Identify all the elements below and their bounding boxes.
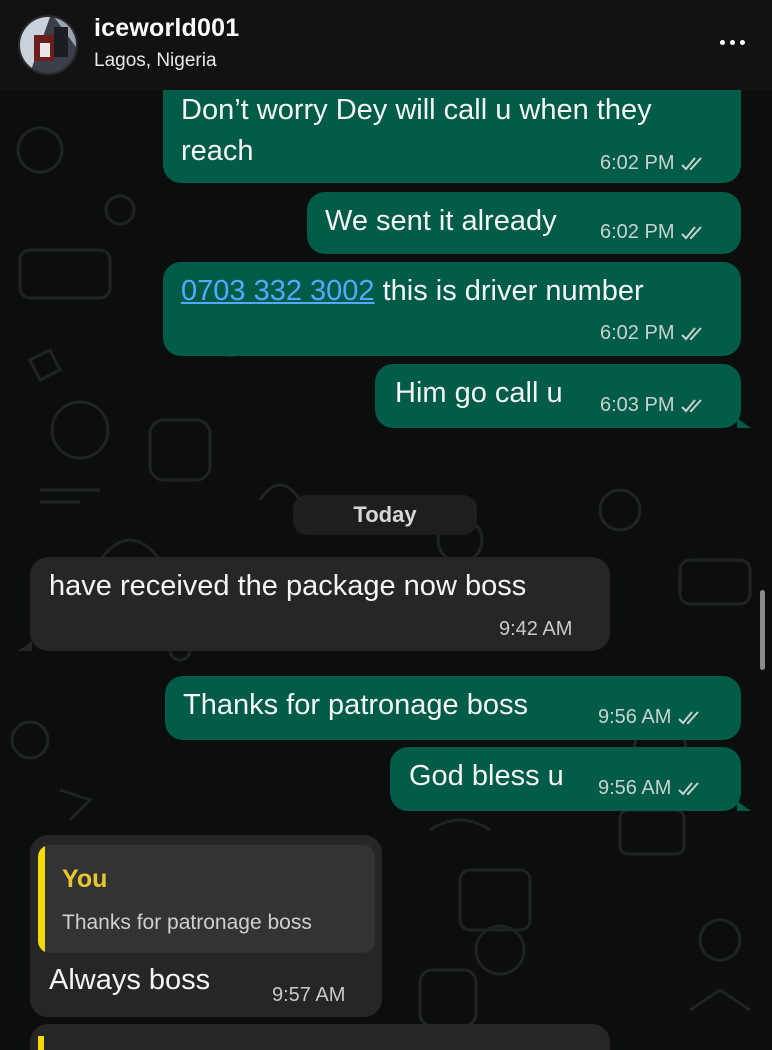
message-meta: 9:56 AM	[598, 706, 703, 729]
day-separator: Today	[293, 495, 477, 535]
username[interactable]: iceworld001	[94, 14, 239, 43]
more-horizontal-icon[interactable]	[712, 22, 752, 62]
message-time: 9:42 AM	[499, 618, 573, 640]
message-bubble-outgoing[interactable]: God bless u 9:56 AM	[390, 747, 741, 811]
message-text: Always boss	[49, 964, 211, 996]
read-ticks-icon	[681, 326, 703, 340]
message-meta: 6:03 PM	[600, 394, 706, 417]
message-text: 0703 332 3002 this is driver number	[181, 275, 644, 308]
message-time: 9:56 AM	[598, 777, 672, 799]
read-ticks-icon	[681, 225, 703, 239]
message-time: 6:02 PM	[600, 152, 675, 174]
read-ticks-icon	[678, 710, 700, 724]
message-bubble-outgoing[interactable]: 0703 332 3002 this is driver number 6:02…	[163, 262, 741, 356]
quote-text: Thanks for patronage boss	[62, 911, 312, 934]
quote-accent-bar	[38, 845, 45, 953]
message-time: 6:02 PM	[600, 221, 675, 243]
message-time: 9:57 AM	[272, 984, 346, 1006]
bubble-tail	[737, 418, 751, 428]
location[interactable]: Lagos, Nigeria	[94, 50, 217, 72]
message-text: Him go call u	[395, 377, 563, 409]
read-ticks-icon	[681, 398, 703, 412]
message-meta: 6:02 PM	[600, 152, 706, 175]
message-bubble-outgoing[interactable]: We sent it already 6:02 PM	[307, 192, 741, 254]
message-meta: 9:42 AM	[499, 618, 572, 641]
message-meta: 6:02 PM	[600, 221, 706, 244]
message-bubble-outgoing[interactable]: Thanks for patronage boss 9:56 AM	[165, 676, 741, 740]
profile-header: iceworld001 Lagos, Nigeria	[0, 0, 772, 90]
message-time: 6:03 PM	[600, 394, 675, 416]
message-text: Thanks for patronage boss	[183, 689, 528, 721]
message-bubble-outgoing[interactable]: Don’t worry Dey will call u when they re…	[163, 90, 741, 183]
chat-area[interactable]: Don’t worry Dey will call u when they re…	[0, 90, 772, 1050]
quote-author: You	[62, 865, 108, 893]
message-bubble-incoming[interactable]: have received the package now boss 9:42 …	[30, 557, 610, 651]
message-text: We sent it already	[325, 205, 557, 237]
message-bubble-outgoing[interactable]: Him go call u 6:03 PM	[375, 364, 741, 428]
bubble-tail	[737, 801, 751, 811]
message-meta: 6:02 PM	[600, 322, 706, 345]
message-text-rest: this is driver number	[374, 275, 644, 307]
message-meta: 9:56 AM	[598, 777, 703, 800]
quote-accent-bar	[38, 1036, 44, 1050]
message-time: 9:56 AM	[598, 706, 672, 728]
bubble-tail	[18, 641, 32, 651]
message-text: God bless u	[409, 760, 564, 792]
message-time: 6:02 PM	[600, 322, 675, 344]
scrollbar[interactable]	[760, 590, 765, 670]
avatar[interactable]	[18, 15, 78, 75]
message-bubble-incoming-partial[interactable]	[30, 1024, 610, 1050]
read-ticks-icon	[678, 781, 700, 795]
message-text: have received the package now boss	[49, 570, 527, 602]
quoted-message[interactable]: You Thanks for patronage boss	[38, 845, 375, 953]
read-ticks-icon	[681, 156, 703, 170]
phone-number-link[interactable]: 0703 332 3002	[181, 275, 375, 307]
